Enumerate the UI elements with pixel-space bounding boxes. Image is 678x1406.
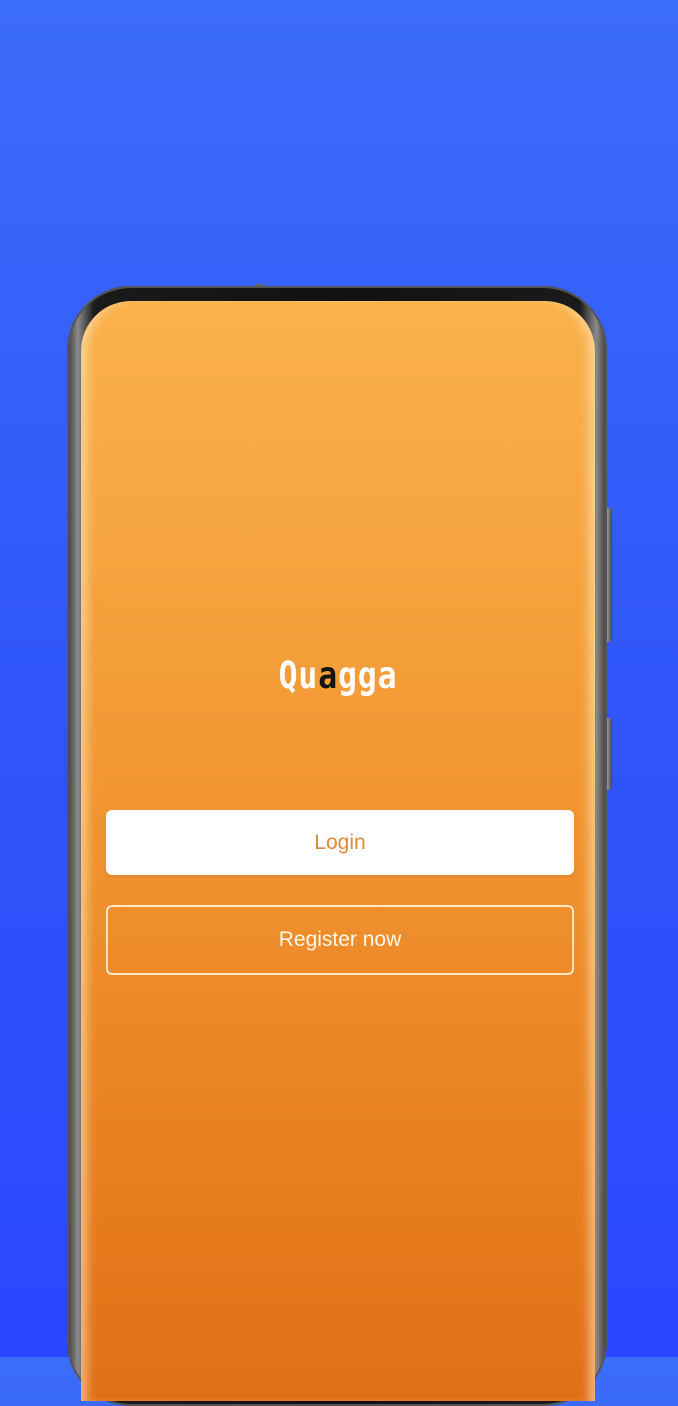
register-button[interactable]: Register now bbox=[106, 905, 574, 975]
power-button bbox=[607, 718, 612, 790]
volume-button bbox=[607, 508, 612, 642]
app-logo: Quagga bbox=[120, 654, 557, 697]
logo-text-light-end: gga bbox=[338, 654, 398, 697]
app-screen: Quagga Login Register now bbox=[81, 301, 595, 1401]
login-button[interactable]: Login bbox=[106, 810, 574, 875]
logo-text-dark: a bbox=[318, 654, 338, 697]
logo-text-light: Qu bbox=[278, 654, 319, 697]
